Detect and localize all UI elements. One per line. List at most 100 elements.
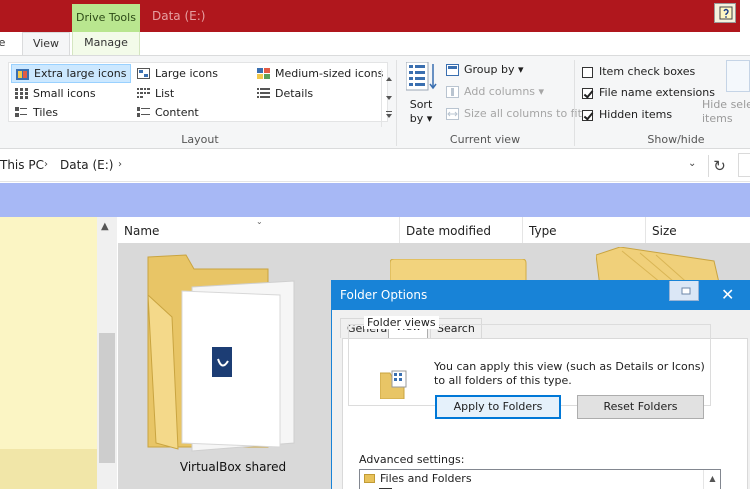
file-item-name: VirtualBox shared [179, 460, 287, 474]
tab-manage[interactable]: Manage [72, 32, 140, 56]
folder-views-legend: Folder views [364, 316, 439, 329]
minimize-icon [681, 287, 691, 295]
dialog-close-icon[interactable]: ✕ [721, 285, 734, 304]
ribbon-separator [396, 60, 397, 146]
add-columns-icon [446, 86, 459, 98]
layout-item-label: Small icons [33, 87, 96, 100]
extra-large-icons-icon [16, 69, 29, 80]
column-header-type[interactable]: Type [523, 217, 646, 243]
column-header-name[interactable]: Name [118, 217, 400, 243]
search-box[interactable] [738, 153, 750, 177]
group-by-label: Group by [464, 63, 515, 76]
show-hide-group-label: Show/hide [647, 133, 705, 146]
drive-tools-context-tab[interactable]: Drive Tools [72, 4, 140, 32]
folder-icon [147, 254, 295, 452]
address-bar[interactable]: This PC › Data (E:) › ⌄ ↻ [0, 150, 750, 182]
breadcrumb-chevron-icon[interactable]: › [118, 150, 122, 180]
layout-item-label: Extra large icons [34, 67, 127, 80]
help-button[interactable] [714, 3, 736, 23]
layout-content[interactable]: Content [133, 103, 199, 122]
hidden-items-checkbox[interactable] [582, 110, 593, 121]
add-columns-button[interactable]: Add columns ▾ [446, 82, 544, 102]
layout-group-label: Layout [181, 133, 219, 146]
ribbon-separator [574, 60, 575, 146]
breadcrumb-chevron-icon[interactable]: › [44, 150, 48, 180]
advanced-settings-label: Advanced settings: [359, 453, 465, 466]
add-columns-label: Add columns [464, 85, 536, 98]
layout-gallery-scroller[interactable] [381, 69, 395, 127]
breadcrumb-drive[interactable]: Data (E:) [60, 150, 113, 180]
hide-selected-items-button[interactable]: Hide sele items [702, 98, 750, 126]
highlight-band [0, 183, 750, 217]
sort-by-label-line1: Sort [409, 98, 433, 111]
title-bar-edge [740, 0, 750, 32]
column-header-date-modified[interactable]: Date modified [400, 217, 523, 243]
hide-selected-line2: items [702, 112, 733, 125]
navigation-scrollbar-thumb[interactable] [99, 333, 115, 463]
hidden-items-toggle[interactable]: Hidden items [582, 105, 672, 125]
size-columns-icon [446, 108, 459, 120]
current-view-group-label: Current view [449, 133, 521, 146]
hide-selected-line1: Hide sele [702, 98, 750, 111]
details-icon [257, 88, 270, 98]
breadcrumb-this-pc[interactable]: This PC [0, 150, 44, 180]
medium-icons-icon [257, 68, 270, 79]
folder-views-icon [380, 370, 407, 399]
item-check-boxes-checkbox[interactable] [582, 67, 593, 78]
size-columns-label: Size all columns to fit [464, 107, 582, 120]
layout-large-icons[interactable]: Large icons [133, 64, 218, 83]
folder-options-dialog: Folder Options ✕ General View Search Fol… [331, 280, 750, 489]
layout-tiles[interactable]: Tiles [11, 103, 58, 122]
hidden-items-label: Hidden items [599, 108, 673, 121]
layout-gallery: Extra large icons Large icons Medium-siz… [8, 62, 392, 127]
refresh-button[interactable]: ↻ [708, 155, 730, 177]
dialog-title: Folder Options [340, 288, 428, 302]
layout-item-label: Content [155, 106, 199, 119]
group-by-icon [446, 64, 459, 76]
window-title: Data (E:) [152, 9, 206, 23]
dialog-minimize-button[interactable] [669, 281, 699, 301]
file-name-extensions-checkbox[interactable] [582, 88, 593, 99]
large-icons-icon [137, 68, 150, 79]
address-history-dropdown-icon[interactable]: ⌄ [688, 158, 696, 169]
navigation-pane: ▲ [0, 217, 118, 489]
small-icons-icon [15, 88, 28, 99]
column-header-size[interactable]: Size [646, 217, 750, 243]
tiles-icon [15, 107, 27, 117]
tab-view[interactable]: View [22, 32, 70, 57]
layout-extra-large-icons[interactable]: Extra large icons [11, 64, 131, 83]
layout-medium-icons[interactable]: Medium-sized icons [253, 64, 383, 83]
advanced-settings-list[interactable]: Files and Folders ▲ [359, 469, 721, 489]
reset-folders-button[interactable]: Reset Folders [577, 395, 704, 419]
list-icon [137, 88, 150, 98]
advanced-list-scroll-up-icon[interactable]: ▲ [703, 470, 721, 489]
scroll-up-arrow-icon[interactable]: ▲ [101, 221, 109, 232]
apply-to-folders-button[interactable]: Apply to Folders [435, 395, 561, 419]
item-check-boxes-label: Item check boxes [599, 65, 696, 78]
file-name-extensions-label: File name extensions [599, 86, 715, 99]
ribbon: Extra large icons Large icons Medium-siz… [0, 55, 750, 149]
sort-by-button[interactable]: Sort by ▾ [404, 98, 438, 126]
refresh-icon: ↻ [713, 157, 726, 175]
folder-views-description: You can apply this view (such as Details… [434, 360, 705, 387]
layout-item-label: Details [275, 87, 314, 100]
layout-item-label: Medium-sized icons [275, 67, 384, 80]
size-columns-button[interactable]: Size all columns to fit [446, 104, 582, 124]
layout-item-label: Large icons [155, 67, 218, 80]
file-name-extensions-toggle[interactable]: File name extensions [582, 83, 715, 103]
sort-by-label-line2: by ▾ [409, 112, 433, 125]
navigation-tree-selected-item[interactable] [0, 449, 97, 489]
gallery-scroll-icon [386, 77, 392, 118]
layout-details[interactable]: Details [253, 84, 313, 103]
folder-icon [364, 474, 375, 483]
tab-file[interactable]: e [0, 32, 10, 56]
layout-item-label: List [155, 87, 175, 100]
item-check-boxes-toggle[interactable]: Item check boxes [582, 62, 695, 82]
layout-list[interactable]: List [133, 84, 174, 103]
layout-small-icons[interactable]: Small icons [11, 84, 96, 103]
content-icon [137, 107, 150, 117]
sort-by-icon [406, 62, 437, 91]
group-by-button[interactable]: Group by ▾ [446, 60, 524, 80]
advanced-settings-item[interactable]: Files and Folders [380, 472, 472, 485]
dialog-title-bar[interactable]: Folder Options ✕ [332, 281, 750, 310]
